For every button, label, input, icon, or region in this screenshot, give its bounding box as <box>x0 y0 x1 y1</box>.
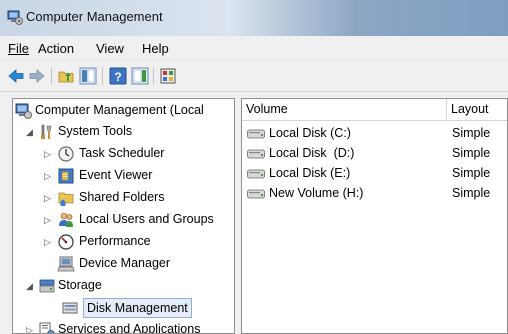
tree-item-label: Computer Management (Local <box>35 103 204 117</box>
volume-name: Local Disk (D:) <box>269 146 355 160</box>
computer-management-icon <box>7 10 23 25</box>
action-pane-icon[interactable] <box>131 67 149 85</box>
tree-item-label: System Tools <box>58 124 133 138</box>
svg-text:?: ? <box>114 70 121 84</box>
clock-icon <box>58 146 74 162</box>
event-viewer-icon <box>58 168 74 184</box>
tree-item-device-manager[interactable]: Device Manager <box>13 254 234 275</box>
forward-icon[interactable] <box>28 67 46 85</box>
users-icon <box>59 212 73 227</box>
column-header-label: Layout <box>451 102 489 116</box>
volume-name: Local Disk (C:) <box>269 126 351 140</box>
table-row[interactable]: Local Disk (C:) Simple <box>242 125 507 144</box>
volume-layout: Simple <box>452 146 491 160</box>
tree-item-services-and-applications[interactable]: ▷ Services and Applications <box>13 320 234 334</box>
tree-item-label: Task Scheduler <box>79 146 165 160</box>
tree-item-label: Event Viewer <box>79 168 153 182</box>
volume-list[interactable]: Volume Layout Local Disk (C:) Simple Loc… <box>241 98 508 334</box>
tree-item-label: Device Manager <box>79 256 171 270</box>
volume-layout: Simple <box>452 126 491 140</box>
column-header-volume[interactable]: Volume <box>242 99 447 121</box>
help-icon[interactable]: ? <box>109 67 127 85</box>
toolbar: ? <box>0 61 508 92</box>
expand-arrow-icon[interactable]: ▷ <box>44 193 54 203</box>
tree-item-disk-management[interactable]: Disk Management <box>13 298 234 319</box>
navigation-tree[interactable]: Computer Management (Local ◢ System Tool… <box>12 98 235 334</box>
storage-icon <box>39 279 55 293</box>
tree-item-label: Disk Management <box>83 298 192 318</box>
tree-item-computer-management[interactable]: Computer Management (Local <box>13 101 234 122</box>
toolbar-separator <box>51 67 52 85</box>
expand-arrow-icon[interactable]: ▷ <box>44 149 54 159</box>
expand-arrow-icon[interactable]: ▷ <box>44 215 54 225</box>
up-folder-icon[interactable] <box>57 67 75 85</box>
volume-name: New Volume (H:) <box>269 186 364 200</box>
toolbar-separator <box>102 67 103 85</box>
tree-item-local-users-and-groups[interactable]: ▷ Local Users and Groups <box>13 210 234 231</box>
toolbar-separator <box>153 67 154 85</box>
tree-item-performance[interactable]: ▷ Performance <box>13 232 234 253</box>
tree-item-label: Performance <box>79 234 151 248</box>
tree-item-shared-folders[interactable]: ▷ Shared Folders <box>13 188 234 209</box>
show-hide-tree-icon[interactable] <box>79 67 97 85</box>
menu-bar: File Action View Help <box>0 36 508 61</box>
drive-icon <box>247 129 265 139</box>
column-header-label: Volume <box>246 102 288 116</box>
menu-action-label: Action <box>38 41 75 56</box>
window-title: Computer Management <box>26 9 163 24</box>
title-bar: Computer Management <box>0 0 508 36</box>
drive-icon <box>247 169 265 179</box>
volume-layout: Simple <box>452 186 491 200</box>
collapse-arrow-icon[interactable]: ◢ <box>26 281 36 291</box>
expand-arrow-icon[interactable]: ▷ <box>44 171 54 181</box>
menu-file[interactable]: File <box>8 41 29 56</box>
tree-item-event-viewer[interactable]: ▷ Event Viewer <box>13 166 234 187</box>
tree-item-label: Storage <box>58 278 102 292</box>
expand-arrow-icon[interactable]: ▷ <box>44 237 54 247</box>
tree-item-storage[interactable]: ◢ Storage <box>13 276 234 297</box>
properties-icon[interactable] <box>159 67 177 85</box>
tree-item-label: Local Users and Groups <box>79 212 214 226</box>
back-icon[interactable] <box>7 67 25 85</box>
tree-item-label: Shared Folders <box>79 190 165 204</box>
tree-item-label: Services and Applications <box>58 322 201 334</box>
menu-help[interactable]: Help <box>142 41 169 56</box>
volume-layout: Simple <box>452 166 491 180</box>
expand-arrow-icon[interactable]: ▷ <box>26 325 36 333</box>
volume-name: Local Disk (E:) <box>269 166 351 180</box>
column-header-layout[interactable]: Layout <box>447 99 507 121</box>
collapse-arrow-icon[interactable]: ◢ <box>26 127 36 137</box>
menu-view[interactable]: View <box>96 41 124 56</box>
tools-icon <box>41 124 52 139</box>
tree-item-task-scheduler[interactable]: ▷ Task Scheduler <box>13 144 234 165</box>
disk-management-icon <box>62 302 78 314</box>
drive-icon <box>247 189 265 199</box>
menu-view-label: View <box>96 41 124 56</box>
table-row[interactable]: New Volume (H:) Simple <box>242 185 507 204</box>
shared-folder-icon <box>58 192 74 206</box>
menu-action[interactable]: Action <box>38 41 74 56</box>
computer-management-icon <box>15 103 32 119</box>
drive-icon <box>247 149 265 159</box>
menu-help-label: Help <box>142 41 169 56</box>
table-row[interactable]: Local Disk (D:) Simple <box>242 145 507 164</box>
table-row[interactable]: Local Disk (E:) Simple <box>242 165 507 184</box>
tree-item-system-tools[interactable]: ◢ System Tools <box>13 122 234 143</box>
services-icon <box>39 322 55 333</box>
performance-icon <box>58 234 74 250</box>
menu-file-label: File <box>8 41 29 56</box>
device-manager-icon <box>57 256 75 272</box>
